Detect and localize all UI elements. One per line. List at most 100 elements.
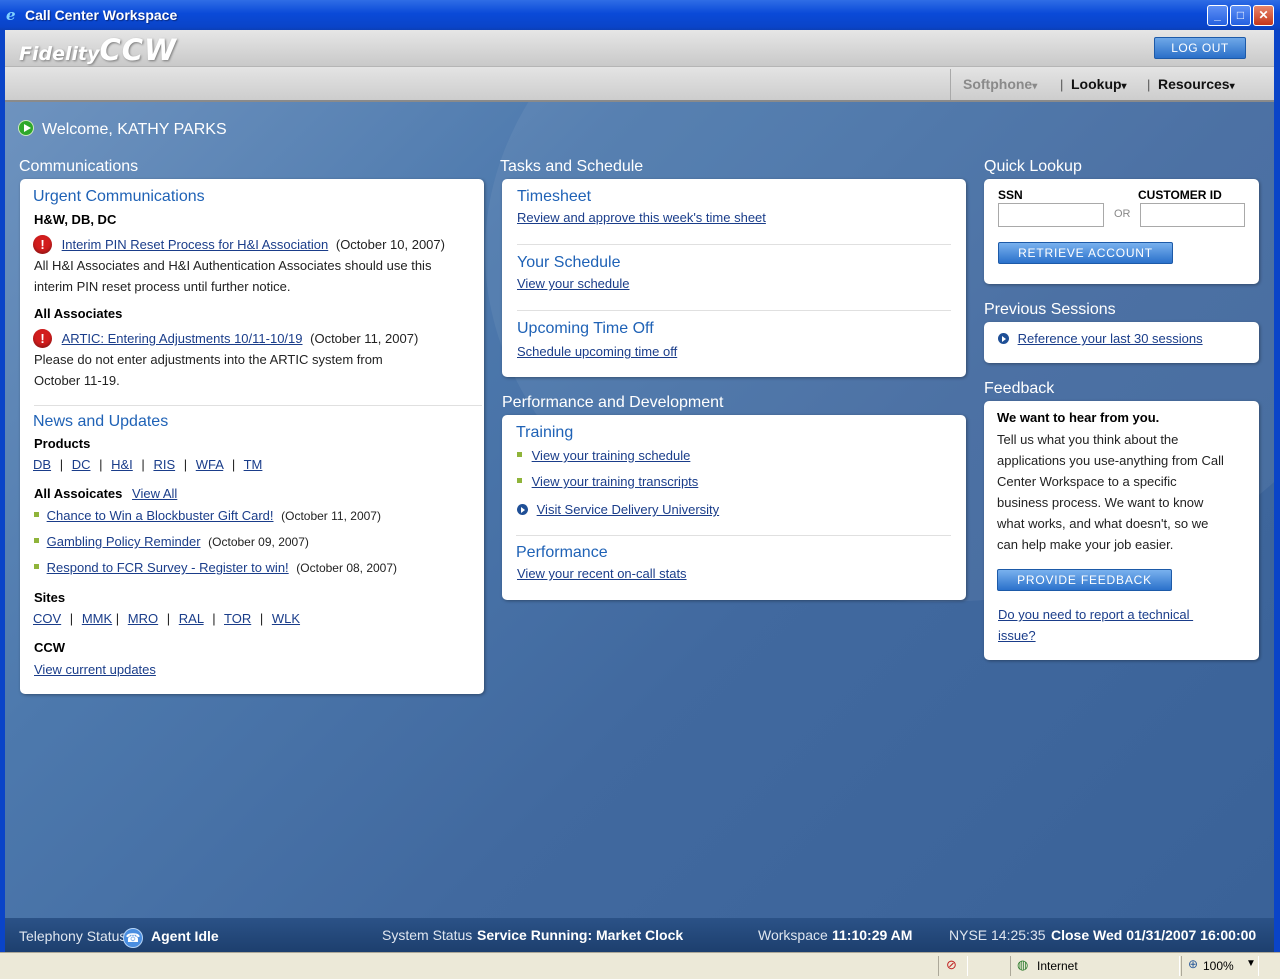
news-link[interactable]: Gambling Policy Reminder xyxy=(47,534,201,549)
globe-icon: ◍ xyxy=(1017,957,1029,972)
bullet-icon xyxy=(517,478,522,483)
zone-cell: ◍ Internet xyxy=(1010,956,1180,976)
previous-sessions-panel: Reference your last 30 sessions xyxy=(984,322,1259,363)
last-30-sessions-link[interactable]: Reference your last 30 sessions xyxy=(1018,331,1203,346)
news-item: Gambling Policy Reminder (October 09, 20… xyxy=(34,534,309,549)
logo-main: CCW xyxy=(99,33,178,67)
product-link-db[interactable]: DB xyxy=(33,457,51,472)
nav-divider xyxy=(950,69,951,100)
product-link-tm[interactable]: TM xyxy=(244,457,263,472)
on-call-stats-link[interactable]: View your recent on-call stats xyxy=(517,566,687,581)
urgent-link[interactable]: ARTIC: Entering Adjustments 10/11-10/19 xyxy=(62,331,303,346)
urgent-group-heading: All Associates xyxy=(34,306,123,321)
window-titlebar: e Call Center Workspace _ □ ✕ xyxy=(0,0,1280,30)
nav-lookup[interactable]: Lookup▾ xyxy=(1071,76,1127,92)
close-button[interactable]: ✕ xyxy=(1253,5,1274,26)
site-link-mmk[interactable]: MMK xyxy=(82,611,112,626)
link-separator: | xyxy=(183,457,188,472)
nav-softphone[interactable]: Softphone▾ xyxy=(963,76,1037,92)
time-off-title: Upcoming Time Off xyxy=(517,320,654,337)
sites-links: COV | MMK | MRO | RAL | TOR | WLK xyxy=(33,611,300,626)
site-link-ral[interactable]: RAL xyxy=(179,611,204,626)
logo-prefix: Fidelity xyxy=(19,43,100,65)
performance-subtitle: Performance xyxy=(516,544,608,561)
nav-resources[interactable]: Resources▾ xyxy=(1158,76,1235,92)
urgent-communications-title: Urgent Communications xyxy=(33,188,205,205)
divider xyxy=(517,310,951,311)
link-separator: | xyxy=(115,611,120,626)
nav-lookup-label: Lookup xyxy=(1071,76,1122,92)
welcome-message: Welcome, KATHY PARKS xyxy=(18,120,227,139)
product-link-wfa[interactable]: WFA xyxy=(196,457,223,472)
view-all-link[interactable]: View All xyxy=(132,486,177,501)
product-link-dc[interactable]: DC xyxy=(72,457,91,472)
divider xyxy=(516,535,951,536)
news-title: News and Updates xyxy=(33,413,169,430)
retrieve-account-button[interactable]: RETRIEVE ACCOUNT xyxy=(998,242,1173,264)
tasks-title: Tasks and Schedule xyxy=(500,158,644,175)
nav-separator: | xyxy=(1060,77,1064,92)
maximize-button[interactable]: □ xyxy=(1230,5,1251,26)
play-icon xyxy=(18,120,34,136)
feedback-body-line: Center Workspace to a specific xyxy=(997,474,1177,489)
urgent-item: ! Interim PIN Reset Process for H&I Asso… xyxy=(33,235,445,254)
link-separator: | xyxy=(69,611,74,626)
site-link-cov[interactable]: COV xyxy=(33,611,61,626)
app-status-bar: Telephony Status ☎ Agent Idle System Sta… xyxy=(5,918,1274,952)
urgent-body-line: October 11-19. xyxy=(34,373,120,388)
site-link-tor[interactable]: TOR xyxy=(224,611,251,626)
logout-button[interactable]: LOG OUT xyxy=(1154,37,1246,59)
training-schedule-link[interactable]: View your training schedule xyxy=(532,448,691,463)
ssn-input[interactable] xyxy=(998,203,1104,227)
zoom-cell[interactable]: ⊕ 100% ▼ xyxy=(1181,956,1259,976)
performance-title: Performance and Development xyxy=(502,394,724,411)
system-status-value: Service Running: Market Clock xyxy=(477,927,684,943)
nav-resources-label: Resources xyxy=(1158,76,1230,92)
link-separator: | xyxy=(166,611,171,626)
window-title: Call Center Workspace xyxy=(25,7,178,23)
tasks-panel: Timesheet Review and approve this week's… xyxy=(502,179,966,377)
customer-id-input[interactable] xyxy=(1140,203,1245,227)
training-transcripts-link[interactable]: View your training transcripts xyxy=(532,474,699,489)
link-separator: | xyxy=(231,457,236,472)
divider xyxy=(34,405,482,406)
news-date: (October 08, 2007) xyxy=(296,561,398,575)
feedback-heading: We want to hear from you. xyxy=(997,410,1160,425)
provide-feedback-button[interactable]: PROVIDE FEEDBACK xyxy=(997,569,1172,591)
communications-panel: Urgent Communications H&W, DB, DC ! Inte… xyxy=(20,179,484,694)
products-links: DB | DC | H&I | RIS | WFA | TM xyxy=(33,457,262,472)
news-link[interactable]: Chance to Win a Blockbuster Gift Card! xyxy=(47,508,274,523)
chevron-down-icon: ▾ xyxy=(1229,81,1235,92)
site-link-mro[interactable]: MRO xyxy=(128,611,158,626)
fidelity-ccw-logo: FidelityCCW xyxy=(19,33,177,67)
service-delivery-university-link[interactable]: Visit Service Delivery University xyxy=(537,502,720,517)
news-link[interactable]: Respond to FCR Survey - Register to win! xyxy=(47,560,289,575)
minimize-button[interactable]: _ xyxy=(1207,5,1228,26)
ccw-heading: CCW xyxy=(34,640,66,655)
product-link-hi[interactable]: H&I xyxy=(111,457,133,472)
feedback-panel: We want to hear from you. Tell us what y… xyxy=(984,401,1259,660)
training-title: Training xyxy=(516,424,574,441)
performance-panel: Training View your training schedule Vie… xyxy=(502,415,966,600)
products-heading: Products xyxy=(34,436,91,451)
zoom-icon: ⊕ xyxy=(1188,957,1199,971)
nav-softphone-label: Softphone xyxy=(963,76,1033,92)
schedule-link[interactable]: View your schedule xyxy=(517,276,630,291)
technical-issue-link-cont[interactable]: issue? xyxy=(998,628,1036,643)
product-link-ris[interactable]: RIS xyxy=(153,457,175,472)
app-header: FidelityCCW LOG OUT xyxy=(5,30,1274,67)
bullet-icon xyxy=(517,452,522,457)
time-off-link[interactable]: Schedule upcoming time off xyxy=(517,344,677,359)
timesheet-link[interactable]: Review and approve this week's time shee… xyxy=(517,210,766,225)
urgent-link[interactable]: Interim PIN Reset Process for H&I Associ… xyxy=(62,237,329,252)
ccw-updates-link[interactable]: View current updates xyxy=(34,662,156,677)
customer-id-label: CUSTOMER ID xyxy=(1138,188,1222,202)
divider xyxy=(517,244,951,245)
telephony-status-value: Agent Idle xyxy=(151,928,219,944)
bullet-icon xyxy=(34,512,39,517)
or-label: OR xyxy=(1114,208,1131,220)
urgent-date: (October 11, 2007) xyxy=(310,331,419,346)
site-link-wlk[interactable]: WLK xyxy=(272,611,300,626)
technical-issue-link[interactable]: Do you need to report a technical xyxy=(998,607,1193,622)
chevron-down-icon[interactable]: ▼ xyxy=(1246,958,1256,969)
